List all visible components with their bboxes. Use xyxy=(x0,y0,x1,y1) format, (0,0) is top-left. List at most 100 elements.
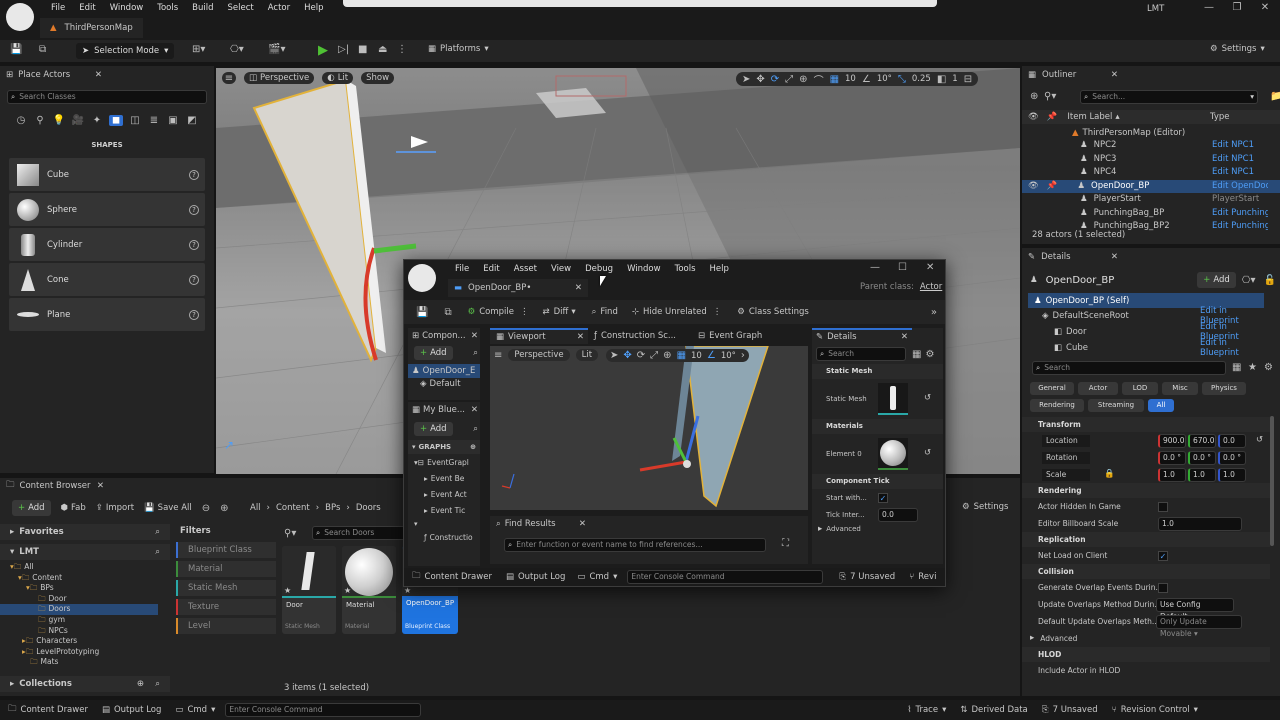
more-icon[interactable]: › xyxy=(741,350,745,361)
output-log-button[interactable]: ▤ Output Log xyxy=(102,705,161,715)
bp-asset-tab[interactable]: ▬ OpenDoor_BP• ✕ xyxy=(448,279,588,297)
folder-item[interactable]: 🗀 NPCs xyxy=(0,626,170,637)
outliner-search-input[interactable]: ⌕ Search... ▾ xyxy=(1080,90,1258,104)
my-blueprint-tab[interactable]: ▦ My Blue... ✕ xyxy=(408,402,480,418)
close-icon[interactable]: ✕ xyxy=(1258,2,1272,13)
details-scrollbar[interactable] xyxy=(1270,416,1274,546)
mesh-icon[interactable]: ◩ xyxy=(185,115,199,126)
outliner-root[interactable]: ▲ ThirdPersonMap (Editor) xyxy=(1072,127,1185,139)
angle-snap-value[interactable]: 10° xyxy=(877,74,892,84)
cinematic-icon[interactable]: 🎥 xyxy=(71,115,85,126)
location-z-field[interactable]: 0.0 xyxy=(1218,433,1246,448)
close-tab-icon[interactable]: ✕ xyxy=(97,481,104,491)
minimize-icon[interactable]: — xyxy=(870,262,880,273)
save-icon[interactable]: 💾 xyxy=(10,44,22,55)
save-all-button[interactable]: 💾 Save All xyxy=(144,503,192,513)
derived-data-button[interactable]: ⇅ Derived Data xyxy=(960,705,1027,715)
star-icon[interactable]: ★ xyxy=(404,586,411,595)
back-icon[interactable]: ⊖ xyxy=(202,503,210,514)
expand-toolbar-icon[interactable]: » xyxy=(931,307,937,318)
diff-button[interactable]: ⇄ Diff ▾ xyxy=(542,307,575,317)
settings-icon[interactable]: ⚙ xyxy=(925,349,934,360)
rotation-y-field[interactable]: 0.0 ° xyxy=(1188,450,1216,465)
forward-icon[interactable]: ⊕ xyxy=(220,503,228,514)
console-input[interactable]: Enter Console Command xyxy=(225,703,422,717)
add-collection-icon[interactable]: ⊕ xyxy=(137,679,144,689)
add-button[interactable]: + Add xyxy=(12,500,51,516)
folder-item[interactable]: 🗀 Mats xyxy=(0,657,170,668)
event-graph-item[interactable]: ▾⊟ EventGrapl xyxy=(408,454,480,470)
filter-lod[interactable]: LOD xyxy=(1122,381,1158,395)
show-button[interactable]: Show xyxy=(361,72,395,84)
pin-icon[interactable]: 📌 xyxy=(1047,180,1058,194)
search-icon[interactable]: ⌕ xyxy=(155,527,160,537)
static-mesh-thumbnail[interactable] xyxy=(878,383,908,415)
move-icon[interactable]: ✥ xyxy=(623,350,631,361)
play-icon[interactable]: ▶ xyxy=(318,43,328,58)
binoculars-icon[interactable]: ⛶ xyxy=(782,538,789,549)
bp-menu-tools[interactable]: Tools xyxy=(668,264,703,274)
details-tab[interactable]: ✎ Details ✕ xyxy=(1022,248,1122,266)
settings-button[interactable]: ⚙ Settings ▾ xyxy=(1210,44,1265,54)
materials-section[interactable]: Materials xyxy=(812,419,943,434)
blueprint-icon[interactable]: ⎔▾ xyxy=(230,44,244,55)
new-folder-icon[interactable]: 📁 xyxy=(1270,91,1280,102)
rendering-section[interactable]: Rendering xyxy=(1022,483,1270,498)
collision-section[interactable]: Collision xyxy=(1022,564,1270,579)
collections-header[interactable]: ▸ Collections ⊕ ⌕ xyxy=(0,676,170,692)
outliner-tab[interactable]: ▦ Outliner ✕ xyxy=(1022,66,1122,84)
location-label[interactable]: Location xyxy=(1042,434,1090,447)
bp-lit-button[interactable]: Lit xyxy=(575,349,599,361)
transform-section[interactable]: Transform xyxy=(1022,417,1270,432)
shape-item-cylinder[interactable]: Cylinder ? xyxy=(9,228,205,261)
maximize-icon[interactable]: ❐ xyxy=(1230,2,1244,13)
close-tab-icon[interactable]: ✕ xyxy=(901,332,908,342)
find-button[interactable]: ⌕ Find xyxy=(592,307,618,317)
outliner-row[interactable]: ♟ NPC4 Edit NPC1 xyxy=(1022,166,1280,180)
outliner-row[interactable]: ♟ NPC3 Edit NPC1 xyxy=(1022,153,1280,167)
scale-snap-icon[interactable]: ⤡ xyxy=(898,74,906,85)
advanced-row[interactable]: ▸ Advanced xyxy=(1022,630,1270,647)
settings-icon[interactable]: ⚙ xyxy=(1264,362,1273,373)
menu-build[interactable]: Build xyxy=(185,3,220,13)
class-settings-button[interactable]: ⚙ Class Settings xyxy=(737,307,809,317)
compile-button[interactable]: ⚙ Compile ⋮ xyxy=(468,307,529,317)
maximize-icon[interactable]: ☐ xyxy=(898,262,907,273)
filter-static-mesh[interactable]: Static Mesh xyxy=(176,580,276,596)
find-results-tab[interactable]: ⌕ Find Results ✕ xyxy=(490,516,590,532)
import-button[interactable]: ⇪ Import xyxy=(96,503,134,513)
star-icon[interactable]: ★ xyxy=(344,586,351,595)
search-icon[interactable]: ⌕ xyxy=(155,679,160,689)
rotation-x-field[interactable]: 0.0 ° xyxy=(1158,450,1186,465)
project-header[interactable]: ▾ LMT ⌕ xyxy=(0,544,170,560)
col-item-label[interactable]: Item Label xyxy=(1067,112,1112,122)
hlod-section[interactable]: HLOD xyxy=(1022,647,1270,662)
menu-select[interactable]: Select xyxy=(221,3,261,13)
search-classes-input[interactable]: ⌕ Search Classes xyxy=(7,90,207,104)
table-view-icon[interactable]: ▦ xyxy=(1232,362,1241,373)
outliner-row[interactable]: ♟ PlayerStart PlayerStart xyxy=(1022,193,1280,207)
billboard-field[interactable]: 1.0 xyxy=(1158,516,1242,531)
breadcrumb-item[interactable]: All xyxy=(250,503,261,513)
more-icon[interactable]: ⋮ xyxy=(397,44,407,55)
row-type[interactable]: Edit NPC1 xyxy=(1212,139,1268,153)
close-icon[interactable]: ✕ xyxy=(926,262,934,273)
construction-item[interactable]: ƒ Constructio xyxy=(408,530,480,544)
graphs-header[interactable]: ▾ GRAPHS ⊕ xyxy=(408,440,480,454)
bp-menu-file[interactable]: File xyxy=(448,264,476,274)
bp-menu-help[interactable]: Help xyxy=(703,264,736,274)
project-tab[interactable]: ▲ ThirdPersonMap xyxy=(40,18,143,38)
close-tab-icon[interactable]: ✕ xyxy=(575,283,582,293)
select-icon[interactable]: ➤ xyxy=(742,74,750,85)
scale-y-field[interactable]: 1.0 xyxy=(1188,467,1216,482)
menu-tools[interactable]: Tools xyxy=(150,3,185,13)
filter-general[interactable]: General xyxy=(1030,381,1074,395)
filter-texture[interactable]: Texture xyxy=(176,599,276,615)
bp-menu-view[interactable]: View xyxy=(544,264,578,274)
favorite-icon[interactable]: ★ xyxy=(1248,362,1257,373)
component-row[interactable]: ◧ Cube Edit in Blueprint xyxy=(1028,338,1264,358)
add-filter-icon[interactable]: ⊕ xyxy=(1030,91,1038,102)
bp-details-search[interactable]: ⌕ Search xyxy=(816,347,906,361)
all-classes-icon[interactable]: ≣ xyxy=(147,115,161,126)
recent-icon[interactable]: ◷ xyxy=(14,115,28,126)
